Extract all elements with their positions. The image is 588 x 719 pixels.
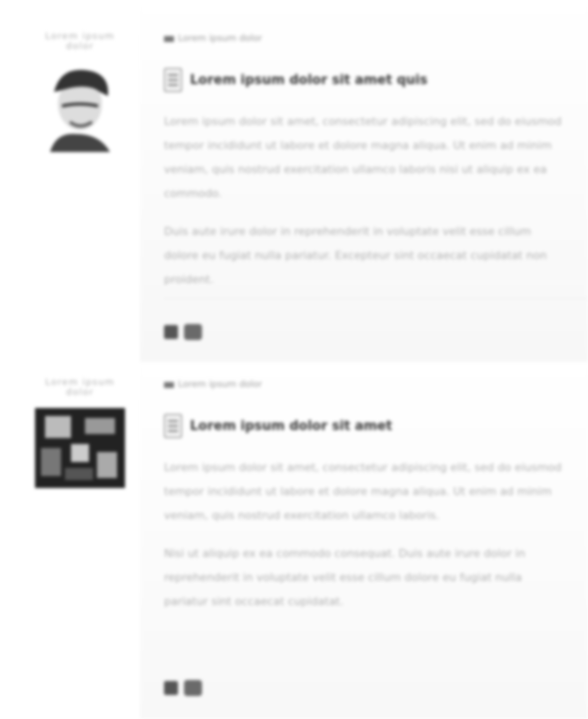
post-paragraph: Lorem ipsum dolor sit amet, consectetur … bbox=[164, 115, 562, 200]
post-paragraph: Duis aute irure dolor in reprehenderit i… bbox=[164, 225, 547, 286]
post-icon bbox=[164, 382, 174, 388]
post-title[interactable]: Lorem ipsum dolor sit amet quis bbox=[190, 73, 427, 88]
quote-icon[interactable] bbox=[184, 324, 202, 340]
username[interactable]: Lorem ipsum dolor bbox=[30, 32, 130, 52]
post-actions bbox=[164, 324, 202, 340]
post-paragraph: Nisi ut aliquip ex ea commodo consequat.… bbox=[164, 547, 526, 608]
post-icon bbox=[164, 36, 174, 42]
post-date-text: Lorem ipsum dolor bbox=[178, 380, 263, 390]
reply-icon[interactable] bbox=[164, 681, 178, 695]
post-date: Lorem ipsum dolor bbox=[164, 380, 262, 390]
topic-icon bbox=[164, 68, 182, 92]
avatar[interactable] bbox=[35, 408, 125, 488]
post-body: Lorem ipsum dolor sit amet, consectetur … bbox=[164, 456, 564, 628]
quote-icon[interactable] bbox=[184, 680, 202, 696]
post-actions bbox=[164, 680, 202, 696]
avatar[interactable] bbox=[40, 62, 120, 152]
post-date: Lorem ipsum dolor bbox=[164, 34, 262, 44]
forum-post: Lorem ipsum dolor Lorem ipsum dolor Lore… bbox=[0, 362, 588, 719]
reply-icon[interactable] bbox=[164, 325, 178, 339]
post-date-text: Lorem ipsum dolor bbox=[178, 34, 263, 44]
post-author-column: Lorem ipsum dolor bbox=[30, 0, 130, 152]
post-content: Lorem ipsum dolor Lorem ipsum dolor sit … bbox=[140, 362, 588, 719]
post-content: Lorem ipsum dolor Lorem ipsum dolor sit … bbox=[140, 0, 588, 362]
post-title-bar: Lorem ipsum dolor sit amet quis bbox=[164, 68, 427, 92]
divider bbox=[164, 298, 588, 299]
username[interactable]: Lorem ipsum dolor bbox=[30, 378, 130, 398]
topic-icon bbox=[164, 414, 182, 438]
post-body: Lorem ipsum dolor sit amet, consectetur … bbox=[164, 110, 564, 306]
post-title[interactable]: Lorem ipsum dolor sit amet bbox=[190, 419, 392, 434]
forum-post: Lorem ipsum dolor Lorem ipsum dolor Lore… bbox=[0, 0, 588, 362]
post-author-column: Lorem ipsum dolor bbox=[30, 362, 130, 488]
post-paragraph: Lorem ipsum dolor sit amet, consectetur … bbox=[164, 461, 562, 522]
post-title-bar: Lorem ipsum dolor sit amet bbox=[164, 414, 392, 438]
